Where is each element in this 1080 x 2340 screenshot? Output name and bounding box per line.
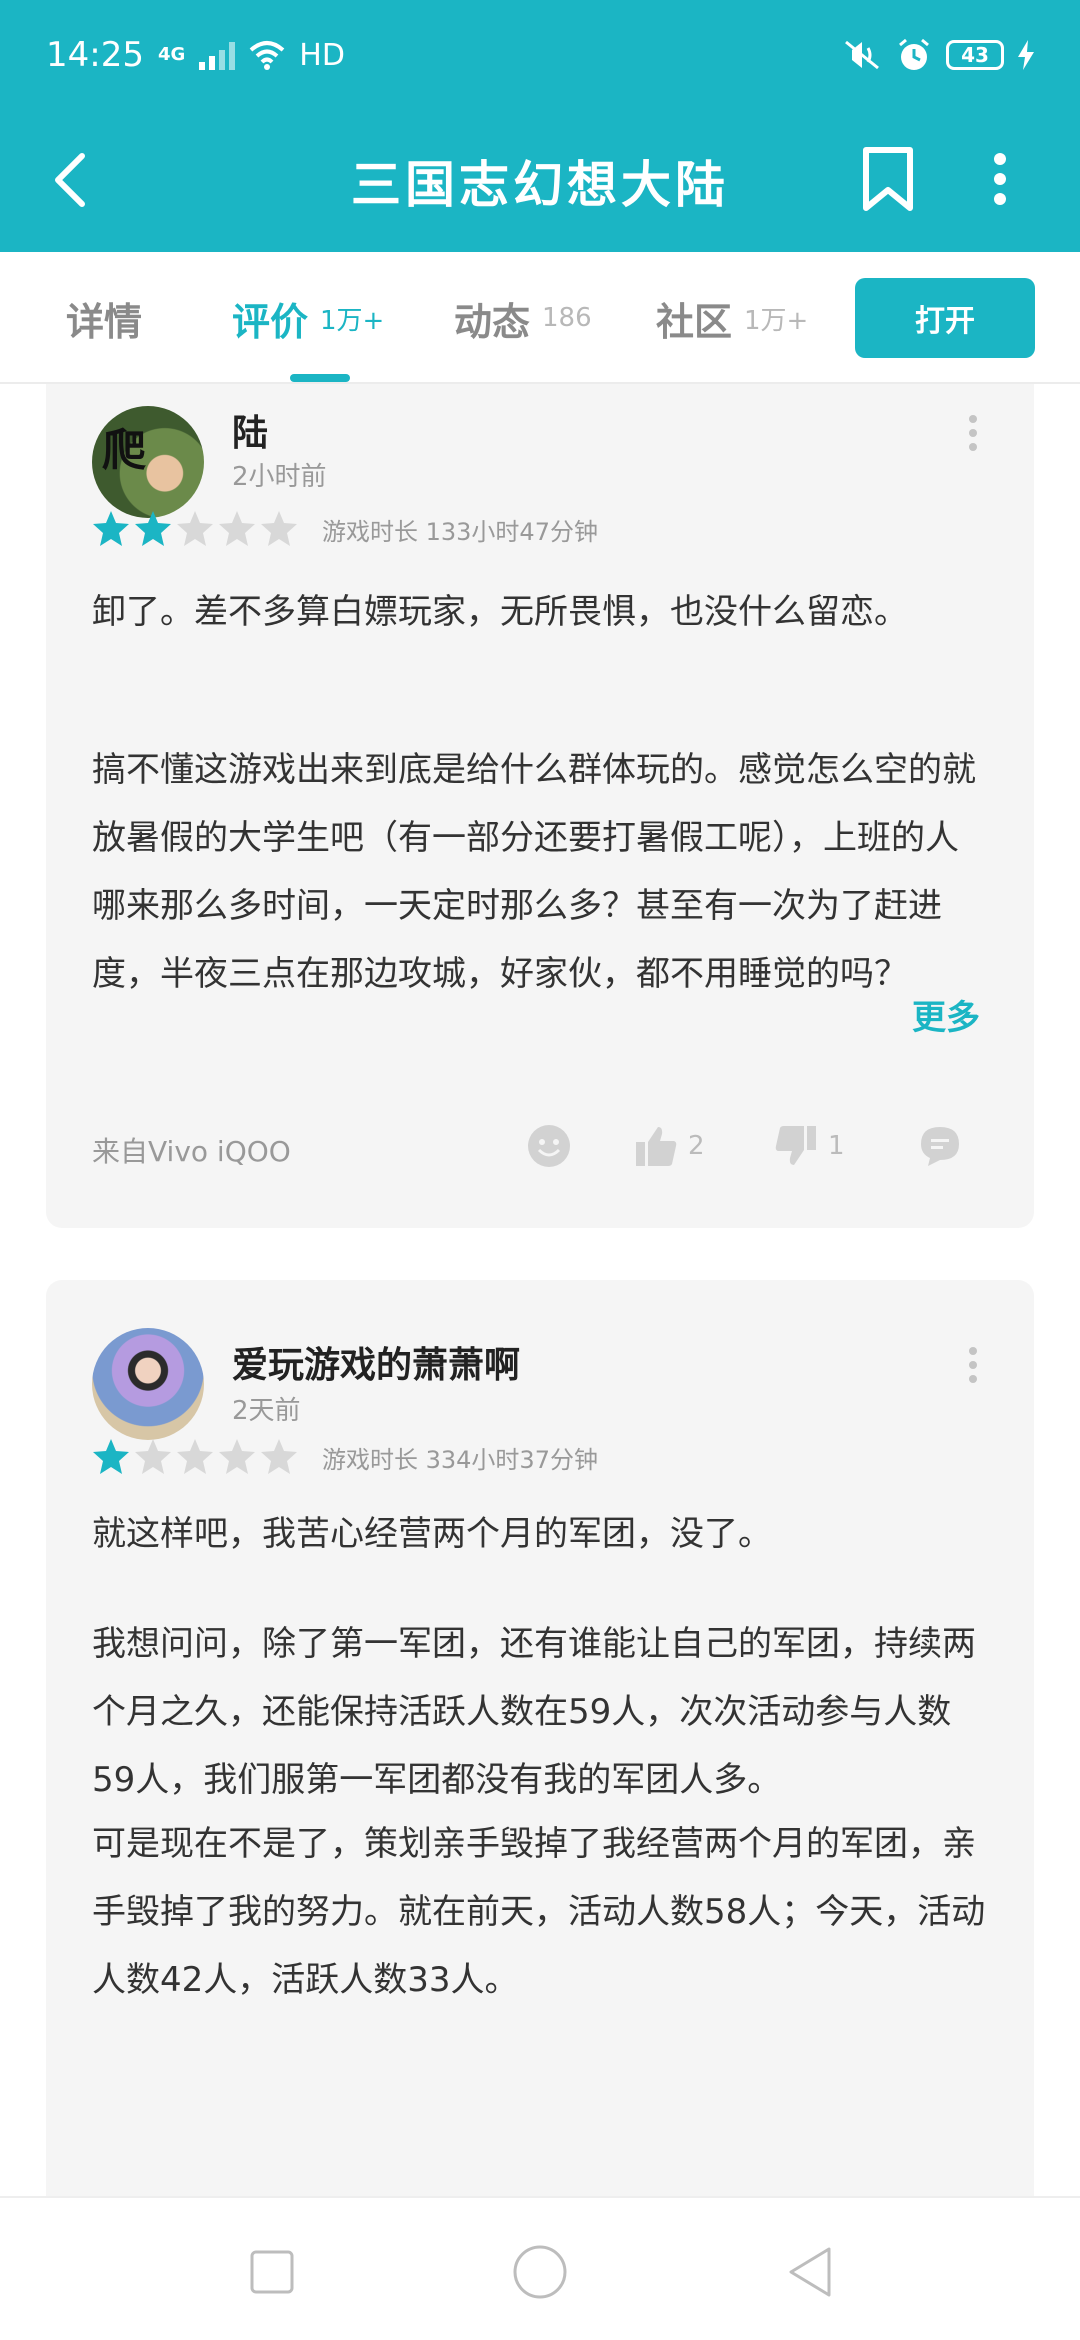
- tab-label: 动态: [454, 299, 531, 344]
- star-filled-icon: [93, 1439, 129, 1474]
- star-rating: [90, 1436, 300, 1478]
- review-username[interactable]: 陆: [232, 404, 268, 456]
- review-card: 爬 陆 2小时前 游戏时长 133小时47分钟 卸了。差不多算白嫖玩家，无所畏惧…: [46, 384, 1034, 1228]
- comment-icon: [921, 1127, 959, 1166]
- playtime: 游戏时长 334小时37分钟: [322, 1445, 598, 1474]
- star-filled-icon: [93, 511, 129, 546]
- thumbs-down-icon: [775, 1126, 816, 1165]
- review-username[interactable]: 爱玩游戏的萧萧啊: [232, 1336, 520, 1388]
- review-paragraph: 就这样吧，我苦心经营两个月的军团，没了。: [92, 1514, 772, 1554]
- status-time: 14:25: [46, 35, 144, 75]
- review-time: 2天前: [232, 1396, 301, 1426]
- star-empty-icon: [135, 1439, 171, 1474]
- signal-icon: [199, 40, 236, 70]
- avatar[interactable]: [92, 1328, 204, 1440]
- star-empty-icon: [177, 511, 213, 546]
- square-icon: [250, 2250, 294, 2294]
- more-dot-icon: [969, 443, 977, 451]
- star-empty-icon: [261, 1439, 297, 1474]
- playtime: 游戏时长 133小时47分钟: [322, 517, 598, 546]
- thumbs-up-icon: [636, 1127, 677, 1166]
- smiley-icon: [528, 1125, 570, 1167]
- hd-indicator: HD: [299, 37, 345, 73]
- more-options-button[interactable]: [970, 134, 1030, 224]
- bookmark-icon: [863, 147, 913, 211]
- star-rating: [90, 508, 300, 550]
- recent-apps-button[interactable]: [232, 2232, 312, 2312]
- expand-more-link[interactable]: 更多: [912, 990, 980, 1039]
- open-app-button[interactable]: 打开: [855, 278, 1035, 358]
- charging-icon: [1018, 40, 1034, 70]
- more-dot-icon: [969, 1375, 977, 1383]
- active-tab-indicator: [290, 374, 350, 382]
- review-time: 2小时前: [232, 462, 327, 492]
- device-source: 来自Vivo iQOO: [92, 1135, 291, 1168]
- more-dot-icon: [969, 429, 977, 437]
- more-dot-icon: [969, 415, 977, 423]
- rating-row: 游戏时长 334小时37分钟: [90, 1436, 598, 1478]
- more-dot-icon: [969, 1347, 977, 1355]
- tab-count: 1万+: [320, 305, 385, 336]
- system-nav-bar: [0, 2196, 1080, 2340]
- network-type: 4G: [157, 44, 186, 65]
- vibrate-mute-icon: [845, 40, 879, 70]
- star-empty-icon: [219, 1439, 255, 1474]
- circle-icon: [513, 2245, 567, 2299]
- review-paragraph: 我想问问，除了第一军团，还有谁能让自己的军团，持续两个月之久，还能保持活跃人数在…: [92, 1624, 976, 1800]
- more-dot-icon: [969, 1361, 977, 1369]
- avatar[interactable]: 爬: [92, 406, 204, 518]
- dislike-count: 1: [828, 1131, 845, 1161]
- wifi-icon: [249, 41, 285, 70]
- home-button[interactable]: [500, 2232, 580, 2312]
- app-bar: 14:25 4G HD 43 三国志幻想大陆: [0, 0, 1080, 252]
- review-feed[interactable]: 爬 陆 2小时前 游戏时长 133小时47分钟 卸了。差不多算白嫖玩家，无所畏惧…: [0, 384, 1080, 2196]
- review-more-button[interactable]: [958, 1340, 988, 1390]
- tab-community[interactable]: 社区 1万+: [656, 252, 808, 384]
- alarm-icon: [899, 38, 929, 70]
- tab-count: 1万+: [744, 305, 809, 336]
- star-filled-icon: [135, 511, 171, 546]
- comment-button[interactable]: [918, 1116, 962, 1176]
- reaction-button[interactable]: [526, 1116, 572, 1176]
- tab-reviews[interactable]: 评价 1万+: [232, 252, 384, 384]
- tab-label: 评价: [232, 299, 309, 344]
- tab-label: 详情: [66, 299, 143, 344]
- star-empty-icon: [219, 511, 255, 546]
- review-paragraph: 搞不懂这游戏出来到底是给什么群体玩的。感觉怎么空的就放暑假的大学生吧（有一部分还…: [92, 750, 976, 994]
- star-empty-icon: [177, 1439, 213, 1474]
- status-bar: 14:25 4G HD 43: [0, 0, 1080, 110]
- system-back-button[interactable]: [770, 2232, 850, 2312]
- more-vertical-icon: [994, 153, 1006, 205]
- tab-count: 186: [542, 303, 592, 333]
- review-card: 爱玩游戏的萧萧啊 2天前 游戏时长 334小时37分钟 就这样吧，我苦心经营两个…: [46, 1280, 1034, 2196]
- review-paragraph: 可是现在不是了，策划亲手毁掉了我经营两个月的军团，亲手毁掉了我的努力。就在前天，…: [92, 1824, 986, 2000]
- rating-row: 游戏时长 133小时47分钟: [90, 508, 598, 550]
- status-bar-right: 43: [842, 37, 1034, 73]
- review-paragraph: 卸了。差不多算白嫖玩家，无所畏惧，也没什么留恋。: [92, 592, 908, 632]
- battery-indicator: 43: [946, 40, 1004, 70]
- like-count: 2: [688, 1131, 705, 1161]
- dislike-button[interactable]: 1: [774, 1116, 845, 1176]
- tab-details[interactable]: 详情: [66, 252, 142, 384]
- triangle-back-icon: [789, 2247, 831, 2297]
- status-bar-left: 14:25 4G HD: [46, 35, 345, 75]
- tab-label: 社区: [656, 299, 733, 344]
- review-more-button[interactable]: [958, 408, 988, 458]
- tab-activity[interactable]: 动态 186: [454, 252, 592, 384]
- bookmark-button[interactable]: [852, 134, 924, 224]
- toolbar: 三国志幻想大陆: [0, 110, 1080, 252]
- like-button[interactable]: 2: [634, 1116, 705, 1176]
- star-empty-icon: [261, 511, 297, 546]
